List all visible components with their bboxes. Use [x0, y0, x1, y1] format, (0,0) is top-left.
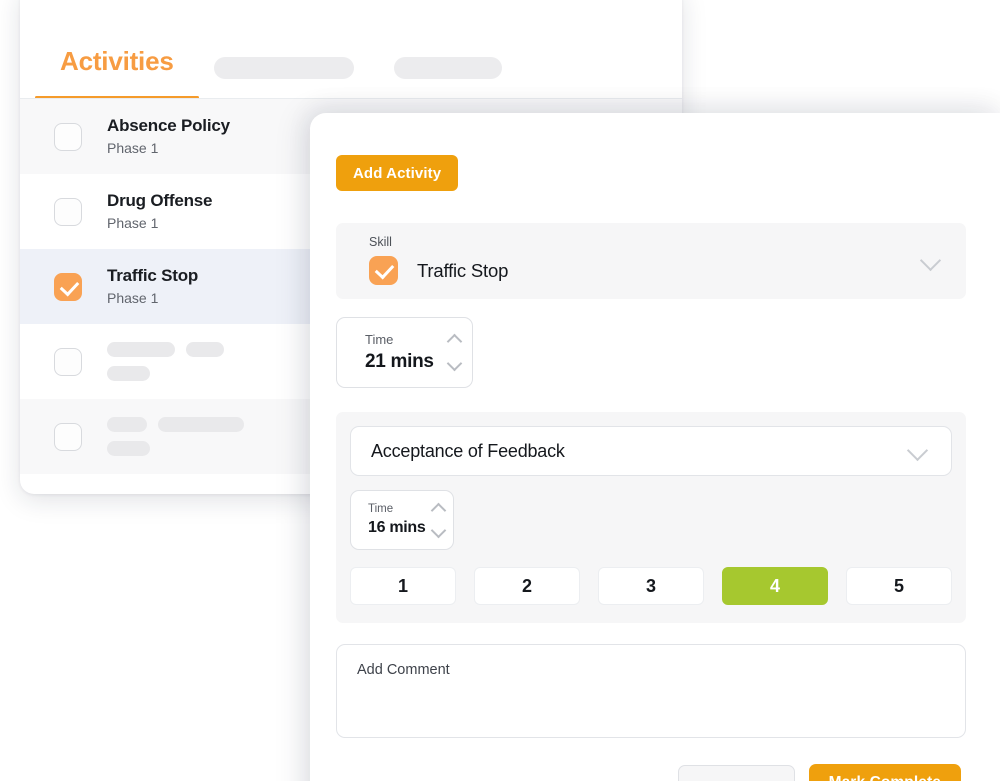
time-value: 16 mins — [368, 519, 426, 537]
activity-row-text: Absence Policy Phase 1 — [107, 115, 230, 158]
skeleton-bar — [186, 342, 224, 357]
rating-button-3[interactable]: 3 — [598, 567, 704, 605]
secondary-button[interactable] — [677, 765, 795, 781]
tab-placeholder-2[interactable] — [393, 57, 502, 79]
activity-checkbox[interactable] — [54, 347, 82, 376]
skill-label: Skill — [369, 235, 392, 249]
time-stepper-feedback-text: Time 16 mins — [368, 503, 433, 538]
chevron-up-icon[interactable] — [446, 333, 463, 350]
tab-activities-label: Activities — [60, 45, 174, 76]
time-stepper-arrows — [430, 502, 447, 538]
mark-complete-button[interactable]: Mark Complete — [808, 764, 961, 781]
feedback-select[interactable]: Acceptance of Feedback — [350, 426, 952, 476]
rating-scale: 1 2 3 4 5 — [350, 567, 952, 605]
chevron-down-icon[interactable] — [430, 522, 447, 538]
time-stepper-arrows — [446, 333, 463, 372]
feedback-select-value: Acceptance of Feedback — [371, 440, 565, 461]
skeleton-bar — [107, 366, 150, 381]
activity-phase: Phase 1 — [107, 214, 159, 231]
activity-checkbox[interactable] — [54, 197, 82, 226]
activity-row-text: Drug Offense Phase 1 — [107, 190, 212, 233]
skill-value: Traffic Stop — [417, 259, 509, 281]
activity-row-text: Traffic Stop Phase 1 — [107, 265, 198, 308]
activity-phase: Phase 1 — [107, 139, 159, 156]
skeleton-bar — [158, 417, 244, 432]
skeleton-bar — [107, 342, 175, 357]
time-label: Time — [368, 502, 394, 515]
skill-field[interactable]: Skill Traffic Stop — [336, 223, 966, 299]
time-label: Time — [365, 332, 394, 348]
chevron-down-icon[interactable] — [906, 439, 929, 462]
skill-value-row: Traffic Stop — [369, 256, 966, 285]
comment-input[interactable]: Add Comment — [336, 644, 966, 738]
skeleton-bar — [107, 441, 150, 456]
activity-skeleton-text — [107, 417, 244, 456]
skill-checkbox-checked[interactable] — [369, 256, 398, 285]
activity-checkbox[interactable] — [54, 122, 82, 151]
activity-checkbox[interactable] — [54, 422, 82, 451]
activity-title: Absence Policy — [107, 115, 230, 135]
activity-title: Traffic Stop — [107, 265, 199, 285]
tab-activities[interactable]: Activities — [35, 37, 199, 99]
rating-button-4-selected[interactable]: 4 — [722, 567, 828, 605]
comment-placeholder: Add Comment — [357, 662, 450, 678]
add-activity-button[interactable]: Add Activity — [336, 155, 459, 191]
activity-detail-panel: Add Activity Skill Traffic Stop Time 21 … — [310, 113, 1000, 781]
time-stepper-feedback[interactable]: Time 16 mins — [350, 490, 454, 550]
activity-skeleton-title-row — [107, 342, 224, 357]
activity-title: Drug Offense — [107, 190, 213, 210]
tab-placeholder-1[interactable] — [213, 57, 354, 79]
skeleton-bar — [107, 417, 147, 432]
rating-button-5[interactable]: 5 — [846, 567, 952, 605]
rating-button-2[interactable]: 2 — [474, 567, 580, 605]
detail-footer: Mark Complete — [336, 764, 966, 781]
rating-button-1[interactable]: 1 — [350, 567, 456, 605]
time-value: 21 mins — [365, 350, 434, 372]
chevron-down-icon[interactable] — [446, 355, 463, 372]
activity-phase: Phase 1 — [107, 289, 159, 306]
time-stepper-main-text: Time 21 mins — [365, 332, 449, 373]
tab-bar: Activities — [20, 0, 682, 99]
time-stepper-main[interactable]: Time 21 mins — [336, 317, 473, 388]
feedback-group: Acceptance of Feedback Time 16 mins 1 2 … — [336, 412, 966, 623]
chevron-up-icon[interactable] — [430, 502, 447, 518]
activity-skeleton-text — [107, 342, 224, 381]
activity-checkbox-checked[interactable] — [54, 272, 82, 301]
activity-skeleton-title-row — [107, 417, 244, 432]
